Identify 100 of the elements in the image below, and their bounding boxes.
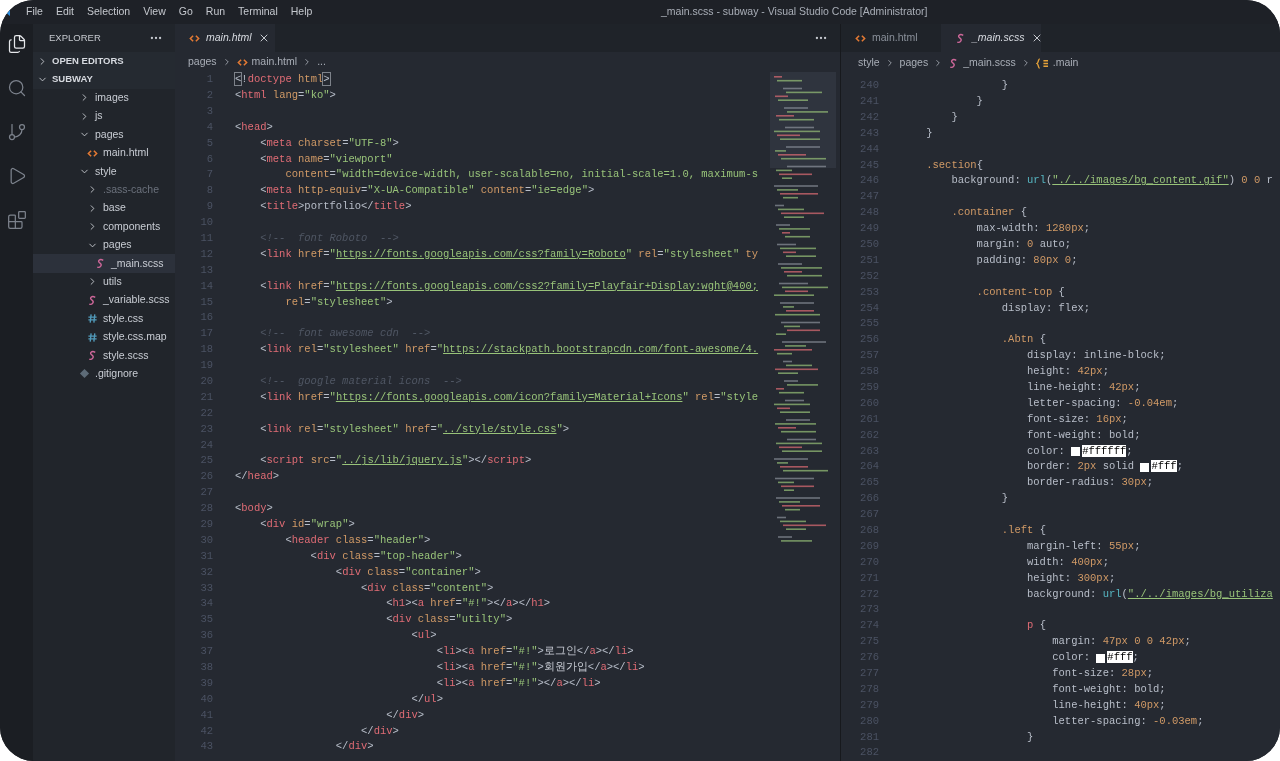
section-header[interactable]: SUBWAY xyxy=(33,70,175,89)
file-tree-item[interactable]: .gitignore xyxy=(33,364,175,384)
sidebar-title: EXPLORER xyxy=(49,30,101,45)
code-text: .container { xyxy=(950,205,1028,221)
menu-item[interactable]: File xyxy=(26,4,43,20)
hash-icon xyxy=(87,313,98,325)
code-text: <div class="top-header"> xyxy=(309,548,462,564)
file-tree-item[interactable]: _variable.scss xyxy=(33,291,175,310)
code-text: height: 300px; xyxy=(1026,570,1116,586)
code-text: <li><a href="#!"></a></li> xyxy=(435,675,601,691)
code-text: <div class="container"> xyxy=(334,564,481,580)
diamond-icon xyxy=(79,368,90,380)
code-text: font-size: 28px; xyxy=(1051,666,1154,681)
code-text: height: 42px; xyxy=(1026,364,1109,380)
code-text: font-size: 16px; xyxy=(1026,411,1128,427)
file-tree-item[interactable]: pages xyxy=(33,235,175,255)
section-header[interactable]: OPEN EDITORS xyxy=(33,52,175,71)
code-text: <li><a href="#!">로그인</a></li> xyxy=(435,644,634,660)
code-text: #ffffff; xyxy=(1082,443,1133,459)
code-text: <header class="header"> xyxy=(284,532,431,548)
code-text: <link href="https://fonts.googleapis.com/css2?family=Playfair+Display:wght@400; xyxy=(259,278,759,294)
file-tree-item[interactable]: _main.scss xyxy=(33,254,175,273)
code-text: color: xyxy=(1026,443,1066,459)
code-text: <div class="utilty"> xyxy=(385,612,513,628)
breadcrumb[interactable]: .main xyxy=(1035,55,1079,71)
breadcrumb[interactable]: ... xyxy=(317,54,326,70)
code-text: <meta name="viewport" xyxy=(259,151,393,167)
file-tree-item[interactable]: images xyxy=(33,88,175,108)
breadcrumb[interactable]: main.html xyxy=(236,54,298,70)
code-text: <meta charset="UTF-8"> xyxy=(259,135,399,151)
file-name: components xyxy=(103,218,161,234)
code-text: #fff; xyxy=(1107,650,1139,666)
breadcrumb[interactable]: pages xyxy=(899,55,929,71)
editor-tab[interactable]: main.html xyxy=(841,24,941,52)
code-text: #fff; xyxy=(1151,459,1183,475)
blocks-icon[interactable] xyxy=(6,210,27,230)
swirl-icon xyxy=(87,294,98,306)
code-text: </div> xyxy=(385,707,425,723)
editor-tab[interactable]: main.html xyxy=(175,24,275,52)
file-tree-item[interactable]: base xyxy=(33,199,175,218)
code-text: display: flex; xyxy=(1000,300,1091,316)
code-text: border: 2px solid xyxy=(1026,459,1136,475)
code-text: .left { xyxy=(1000,523,1046,538)
file-tree-item[interactable]: style xyxy=(33,162,175,181)
code-text: <link rel="stylesheet" href="https://stackpath.bootstrapcdn.com/font-awesome/4. xyxy=(259,342,759,358)
menu-item[interactable]: Run xyxy=(205,4,226,20)
menu-item[interactable]: Go xyxy=(178,4,193,20)
code-text: <li><a href="#!">회원가입</a></li> xyxy=(435,660,645,675)
file-name: style xyxy=(95,163,117,179)
code-text: letter-spacing: -0.03em; xyxy=(1051,713,1204,729)
code-text: <head> xyxy=(235,119,273,135)
code-text: <link href="https://fonts.googleapis.com/css?family=Roboto" rel="stylesheet" ty xyxy=(259,246,759,262)
code-text: </div> xyxy=(360,723,399,739)
code-text: font-weight: bold; xyxy=(1026,427,1141,443)
code-text: color: xyxy=(1051,650,1092,666)
code-text: letter-spacing: -0.04em; xyxy=(1026,395,1179,411)
menu-item[interactable]: Selection xyxy=(87,4,131,20)
file-name: .sass-cache xyxy=(103,182,160,198)
file-name: _main.scss xyxy=(111,255,164,271)
code-text: <div id="wrap"> xyxy=(259,517,355,532)
file-tree-item[interactable]: style.css xyxy=(33,309,175,328)
code-text: font-weight: bold; xyxy=(1051,681,1166,697)
code-text: background: url("./../images/bg_utiliza xyxy=(1026,586,1273,602)
file-tree-item[interactable]: components xyxy=(33,217,175,236)
menu-item[interactable]: Help xyxy=(290,4,313,20)
file-tree-item[interactable]: pages xyxy=(33,125,175,144)
code-text: <meta http-equiv="X-UA-Compatible" content="ie=edge"> xyxy=(259,183,595,199)
code-text: <ul> xyxy=(410,628,437,644)
files-icon[interactable] xyxy=(6,34,27,54)
file-tree-item[interactable]: utils xyxy=(33,272,175,292)
code-text: </ul> xyxy=(410,691,443,707)
code-text: } xyxy=(925,125,933,141)
branch-icon[interactable] xyxy=(6,122,27,142)
file-tree-item[interactable]: js xyxy=(33,107,175,126)
menu-item[interactable]: Terminal xyxy=(238,4,278,20)
swirl-icon xyxy=(87,349,98,361)
breadcrumb[interactable]: pages xyxy=(188,54,217,70)
code-text: margin-left: 55px; xyxy=(1026,538,1141,554)
file-name: .gitignore xyxy=(95,365,139,381)
file-name: style.scss xyxy=(103,347,149,363)
menu-item[interactable]: Edit xyxy=(55,4,74,20)
code-text: } xyxy=(1000,491,1009,507)
menu-item[interactable]: View xyxy=(143,4,166,20)
code-text: margin: 0 auto; xyxy=(975,236,1072,252)
file-tree-item[interactable]: main.html xyxy=(33,143,175,163)
code-text: margin: 47px 0 0 42px; xyxy=(1051,634,1191,650)
file-name: main.html xyxy=(103,145,149,161)
breadcrumb[interactable]: style xyxy=(858,55,880,71)
search-icon[interactable] xyxy=(6,78,27,98)
code-brackets-icon xyxy=(87,147,98,159)
code-text: } xyxy=(1000,78,1009,94)
file-name: utils xyxy=(103,274,122,289)
code-text: .content-top { xyxy=(975,284,1065,300)
file-tree-item[interactable]: style.scss xyxy=(33,346,175,365)
breadcrumb[interactable]: _main.scss xyxy=(948,55,1016,71)
window-title: _main.scss - subway - Visual Studio Code [Administrator] xyxy=(661,4,928,20)
file-name: _variable.scss xyxy=(103,292,170,308)
editor-tab[interactable]: _main.scss xyxy=(941,24,1041,52)
file-tree-item[interactable]: style.css.map xyxy=(33,327,175,347)
code-text: <script src="../js/lib/jquery.js"></script> xyxy=(259,453,532,469)
